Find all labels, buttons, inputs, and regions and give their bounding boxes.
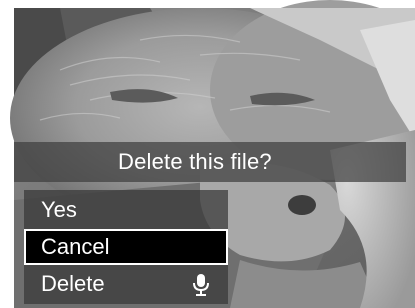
menu-item-label: Delete <box>41 271 105 296</box>
menu-item-delete-voice-memo[interactable]: Delete <box>24 266 228 302</box>
menu-item-label: Yes <box>41 197 77 222</box>
menu-item-cancel[interactable]: Cancel <box>24 229 228 265</box>
microphone-icon <box>193 274 209 296</box>
menu-item-label: Cancel <box>41 234 110 259</box>
camera-playback-screen: Delete this file? Yes Cancel Delete <box>0 0 415 308</box>
dialog-title: Delete this file? <box>118 149 272 174</box>
delete-options-menu: Yes Cancel Delete <box>24 190 228 304</box>
menu-item-yes[interactable]: Yes <box>24 192 228 228</box>
